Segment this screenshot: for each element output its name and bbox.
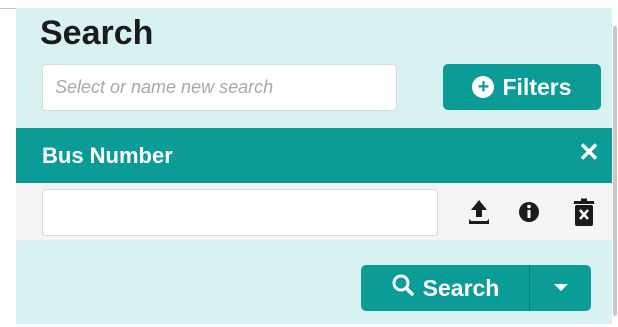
search-button-label: Search — [422, 274, 500, 301]
plus-circle-icon: + — [472, 76, 495, 98]
info-icon[interactable] — [515, 197, 543, 227]
filter-label: Bus Number — [42, 143, 173, 168]
scrollbar-thumb[interactable] — [613, 26, 617, 316]
saved-search-input[interactable] — [42, 64, 397, 111]
filters-button[interactable]: + Filters — [443, 64, 601, 110]
search-split-button: Search — [361, 265, 591, 311]
search-button[interactable]: Search — [361, 265, 529, 311]
filter-header: Bus Number ✕ — [16, 128, 612, 183]
panel-title: Search — [40, 14, 154, 52]
upload-icon[interactable] — [465, 197, 493, 227]
close-icon[interactable]: ✕ — [576, 139, 602, 165]
scrollbar[interactable] — [612, 8, 618, 324]
filters-button-label: Filters — [502, 73, 572, 100]
bus-number-input[interactable] — [42, 189, 438, 236]
search-dropdown-button[interactable] — [530, 265, 591, 311]
trash-icon[interactable] — [570, 197, 598, 227]
magnifier-icon — [391, 273, 415, 303]
caret-down-icon — [552, 279, 570, 297]
